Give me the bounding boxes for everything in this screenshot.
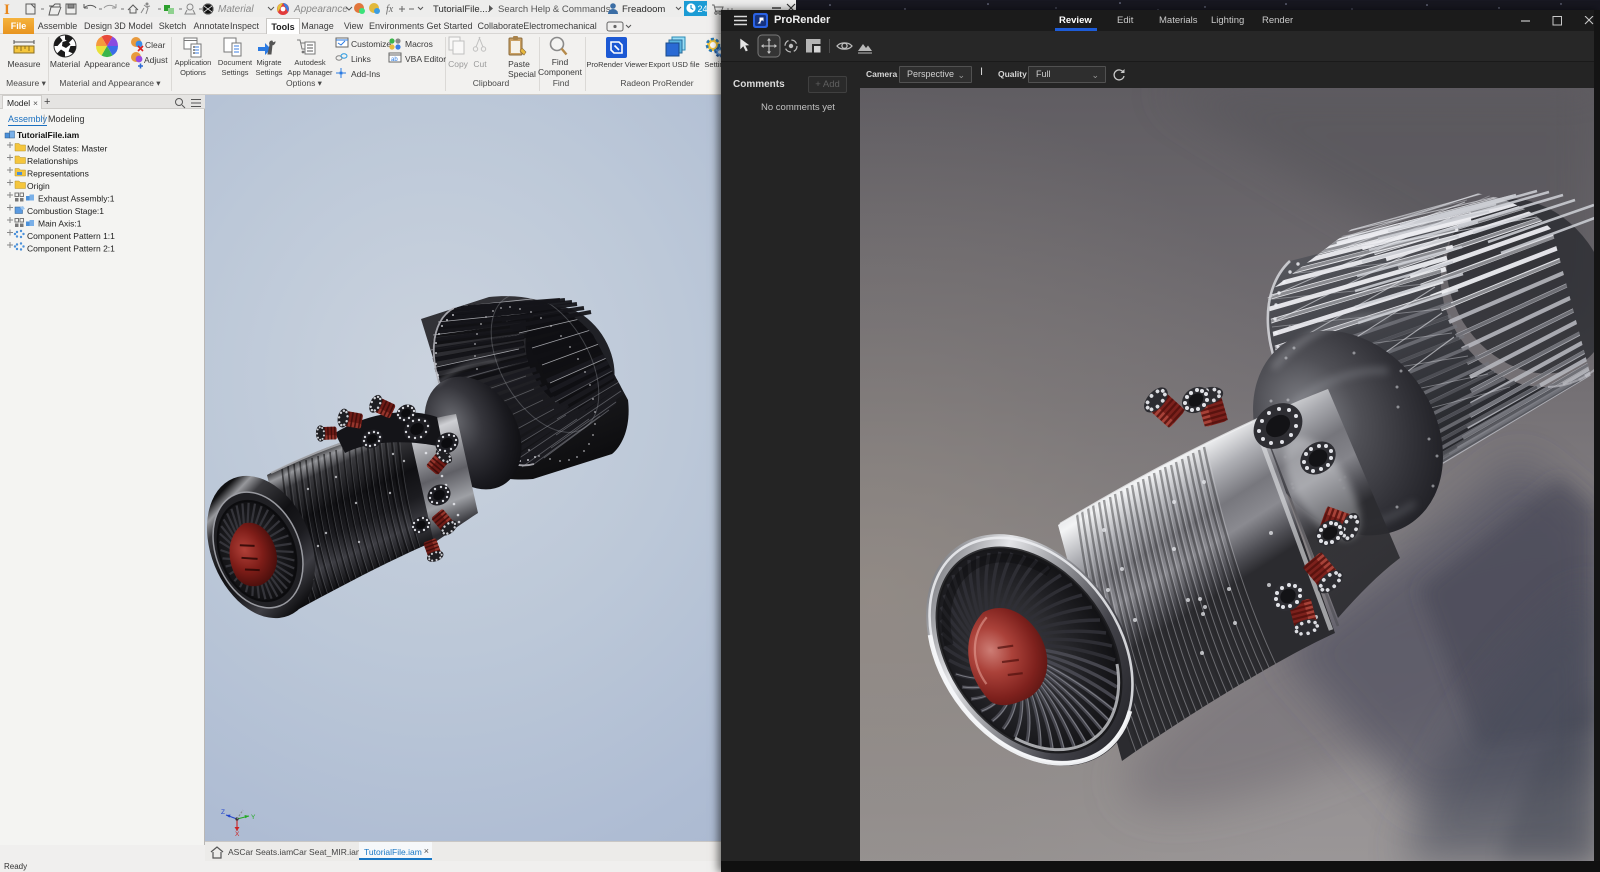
svg-text:fx: fx	[386, 4, 394, 15]
svg-text:App Manager: App Manager	[287, 68, 333, 77]
svg-text:24: 24	[698, 4, 708, 14]
svg-text:VBA Editor: VBA Editor	[405, 54, 446, 64]
svg-text:Component Pattern 1:1: Component Pattern 1:1	[27, 231, 115, 241]
svg-text:Combustion Stage:1: Combustion Stage:1	[27, 206, 104, 216]
svg-text:Options: Options	[180, 68, 206, 77]
svg-text:Measure: Measure	[7, 59, 40, 69]
svg-text:Appearance: Appearance	[293, 4, 348, 15]
svg-text:Cut: Cut	[473, 59, 487, 69]
svg-text:Application: Application	[175, 58, 212, 67]
svg-text:Material: Material	[218, 4, 254, 15]
svg-text:Component Pattern 2:1: Component Pattern 2:1	[27, 244, 115, 254]
svg-text:Freadoom: Freadoom	[622, 4, 665, 15]
svg-text:Add-Ins: Add-Ins	[351, 69, 380, 79]
svg-text:Links: Links	[351, 54, 371, 64]
svg-text:TutorialFile....: TutorialFile....	[433, 4, 490, 15]
svg-text:Settings: Settings	[255, 68, 282, 77]
svg-text:Settings: Settings	[221, 68, 248, 77]
svg-text:Component: Component	[538, 67, 583, 77]
svg-text:Search Help & Commands...: Search Help & Commands...	[498, 4, 618, 15]
svg-text:Copy: Copy	[448, 59, 469, 69]
svg-text:TutorialFile.iam: TutorialFile.iam	[17, 130, 80, 140]
svg-text:ProRender Viewer: ProRender Viewer	[586, 60, 648, 69]
svg-text:Exhaust Assembly:1: Exhaust Assembly:1	[38, 194, 115, 204]
svg-text:Model States: Master: Model States: Master	[27, 144, 107, 154]
svg-text:Adjust: Adjust	[144, 55, 168, 65]
svg-text:Paste: Paste	[508, 59, 530, 69]
svg-text:Material: Material	[50, 59, 80, 69]
svg-text:Export USD file: Export USD file	[648, 60, 699, 69]
svg-text:ab: ab	[391, 57, 398, 63]
svg-text:Representations: Representations	[27, 169, 89, 179]
svg-text:Macros: Macros	[405, 39, 433, 49]
svg-text:Autodesk: Autodesk	[294, 58, 326, 67]
svg-text:Migrate: Migrate	[256, 58, 281, 67]
svg-text:Origin: Origin	[27, 181, 50, 191]
svg-text:Clear: Clear	[145, 40, 165, 50]
svg-text:Document: Document	[218, 58, 253, 67]
svg-text:Customize: Customize	[351, 39, 391, 49]
svg-text:I: I	[4, 2, 10, 17]
svg-text:Relationships: Relationships	[27, 156, 78, 166]
svg-text:Main Axis:1: Main Axis:1	[38, 219, 82, 229]
svg-text:Find: Find	[552, 57, 569, 67]
svg-text:Appearance: Appearance	[84, 59, 130, 69]
